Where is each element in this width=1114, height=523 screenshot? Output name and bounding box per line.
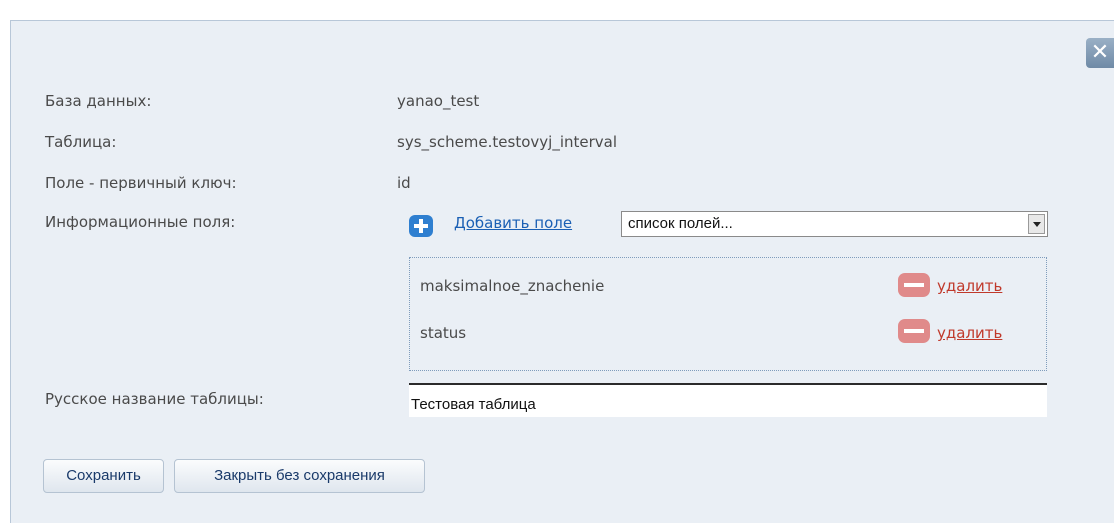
- table-value: sys_scheme.testovyj_interval: [397, 133, 618, 151]
- chevron-down-icon[interactable]: [1028, 214, 1045, 234]
- plus-icon[interactable]: [409, 215, 433, 237]
- table-label: Таблица:: [45, 133, 117, 151]
- russian-name-input[interactable]: [409, 383, 1047, 417]
- remove-field-link[interactable]: удалить: [937, 277, 1002, 295]
- primary-key-value: id: [397, 174, 411, 192]
- field-name: maksimalnoe_znachenie: [420, 277, 605, 295]
- save-button[interactable]: Сохранить: [43, 459, 164, 493]
- minus-icon[interactable]: [898, 319, 930, 343]
- info-fields-label: Информационные поля:: [45, 213, 236, 231]
- add-field-link[interactable]: Добавить поле: [454, 214, 572, 232]
- info-fields-list: maksimalnoe_znachenie удалить status уда…: [409, 257, 1047, 371]
- field-name: status: [420, 324, 467, 342]
- database-label: База данных:: [45, 92, 152, 110]
- fields-select-value: список полей...: [628, 215, 733, 232]
- fields-select[interactable]: список полей...: [621, 211, 1048, 237]
- database-value: yanao_test: [397, 92, 480, 110]
- russian-name-label: Русское название таблицы:: [45, 390, 264, 408]
- primary-key-label: Поле - первичный ключ:: [45, 174, 237, 192]
- close-icon[interactable]: ✕: [1086, 38, 1114, 68]
- minus-icon[interactable]: [898, 273, 930, 297]
- close-without-save-button[interactable]: Закрыть без сохранения: [174, 459, 425, 493]
- remove-field-link[interactable]: удалить: [937, 324, 1002, 342]
